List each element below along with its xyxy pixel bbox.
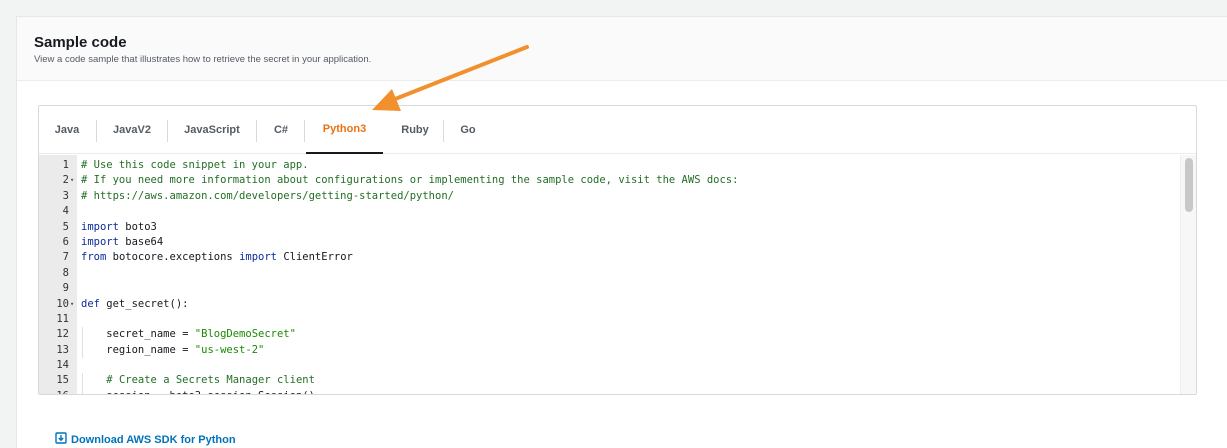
panel-header: Sample code View a code sample that illu… [17, 17, 1227, 81]
code-lines: 1 # Use this code snippet in your app. 2 ▾ #… [39, 158, 1180, 394]
code-line: 8 [39, 266, 1180, 281]
code-text: # https://aws.amazon.com/developers/gett… [81, 189, 454, 202]
code-text: from botocore.exceptions import ClientEr… [81, 251, 353, 264]
code-text: def get_secret(): [81, 297, 189, 310]
code-text: region_name = "us-west-2" [81, 343, 265, 356]
editor-scrollbar[interactable] [1180, 155, 1196, 394]
code-text: # If you need more information about con… [81, 174, 739, 187]
download-sdk-link[interactable]: Download AWS SDK for Python [55, 432, 236, 447]
code-text: secret_name = "BlogDemoSecret" [81, 328, 296, 341]
code-text: # Use this code snippet in your app. [81, 159, 309, 171]
line-number: 6 [62, 235, 69, 248]
download-icon [55, 432, 67, 447]
line-number: 14 [56, 359, 69, 372]
tab-divider [256, 120, 257, 142]
code-text: import boto3 [81, 220, 157, 233]
editor-scrollbar-thumb[interactable] [1185, 158, 1193, 212]
tab-javav2[interactable]: JavaV2 [101, 106, 163, 154]
panel-title: Sample code [34, 34, 127, 51]
code-line: 9 [39, 281, 1180, 296]
code-text: # Create a Secrets Manager client [106, 374, 315, 387]
line-number: 2 [62, 174, 69, 187]
code-text: import base64 [81, 235, 164, 248]
code-line: 4 [39, 204, 1180, 219]
code-line: 7 from botocore.exceptions import ClientE… [39, 250, 1180, 265]
sample-code-panel: Sample code View a code sample that illu… [16, 16, 1227, 448]
panel-subtitle: View a code sample that illustrates how … [34, 54, 372, 65]
tab-javascript[interactable]: JavaScript [173, 106, 251, 154]
code-line: 12 secret_name = "BlogDemoSecret" [39, 327, 1180, 343]
fold-toggle-icon[interactable]: ▾ [70, 173, 77, 188]
line-number: 3 [62, 189, 69, 202]
code-line: 14 [39, 358, 1180, 373]
line-number: 15 [56, 374, 69, 387]
tab-divider [443, 120, 444, 142]
tab-divider [304, 120, 305, 142]
code-line: 11 [39, 312, 1180, 327]
code-line: 1 # Use this code snippet in your app. [39, 158, 1180, 173]
line-number: 10 [56, 297, 69, 310]
code-line: 6 import base64 [39, 235, 1180, 250]
language-tabs-container: Java JavaV2 JavaScript C# Python3 Ruby G… [38, 105, 1197, 395]
tab-csharp[interactable]: C# [263, 106, 299, 154]
line-number: 8 [62, 266, 69, 279]
fold-toggle-icon[interactable]: ▾ [70, 297, 77, 312]
code-line: 3 # https://aws.amazon.com/developers/get… [39, 189, 1180, 204]
line-number: 1 [62, 159, 69, 171]
line-number: 9 [62, 282, 69, 295]
line-number: 13 [56, 343, 69, 356]
download-sdk-label: Download AWS SDK for Python [71, 433, 236, 446]
tab-divider [167, 120, 168, 142]
language-tab-strip: Java JavaV2 JavaScript C# Python3 Ruby G… [39, 106, 1196, 154]
tab-ruby[interactable]: Ruby [391, 106, 439, 154]
code-editor[interactable]: 1 # Use this code snippet in your app. 2 ▾ #… [39, 155, 1196, 394]
code-text: session = boto3.session.Session() [81, 389, 315, 394]
tab-python3[interactable]: Python3 [306, 106, 383, 154]
code-line: 13 region_name = "us-west-2" [39, 342, 1180, 359]
code-line: 10 ▾ def get_secret(): [39, 297, 1180, 312]
tab-go[interactable]: Go [447, 106, 489, 154]
line-number: 7 [62, 251, 69, 264]
code-line: 2 ▾ # If you need more information about c… [39, 173, 1180, 188]
line-number: 16 [39, 389, 69, 394]
code-line: 15 # Create a Secrets Manager client [39, 373, 1180, 389]
line-number: 4 [62, 205, 69, 218]
line-number: 12 [56, 328, 69, 341]
tab-divider [96, 120, 97, 142]
code-line: 5 import boto3 [39, 220, 1180, 235]
tab-java[interactable]: Java [43, 106, 91, 154]
line-number: 5 [62, 220, 69, 233]
line-number: 11 [56, 312, 69, 325]
code-line: 16 session = boto3.session.Session() [39, 388, 1180, 394]
